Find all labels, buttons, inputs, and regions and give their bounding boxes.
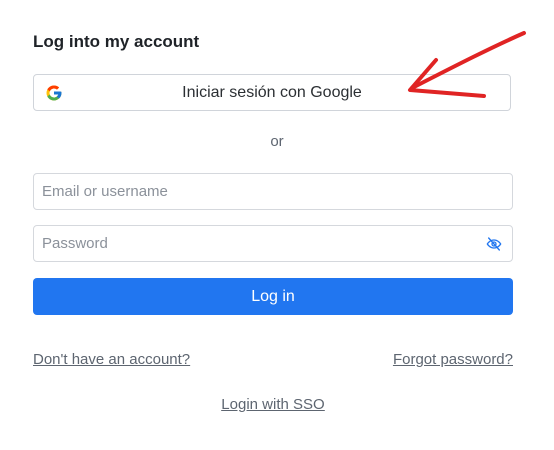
email-field[interactable] xyxy=(33,173,513,210)
sso-login-link-row: Login with SSO xyxy=(0,396,546,413)
google-sign-in-label: Iniciar sesión con Google xyxy=(182,84,362,101)
sign-up-link[interactable]: Don't have an account? xyxy=(33,351,190,368)
sso-login-link[interactable]: Login with SSO xyxy=(221,396,324,413)
google-sign-in-button[interactable]: Iniciar sesión con Google xyxy=(33,74,511,111)
password-field[interactable] xyxy=(33,225,513,262)
log-in-button[interactable]: Log in xyxy=(33,278,513,315)
forgot-password-link[interactable]: Forgot password? xyxy=(393,351,513,368)
page-title: Log into my account xyxy=(33,32,200,51)
eye-slash-icon[interactable] xyxy=(486,236,502,252)
divider-or: or xyxy=(270,133,284,150)
